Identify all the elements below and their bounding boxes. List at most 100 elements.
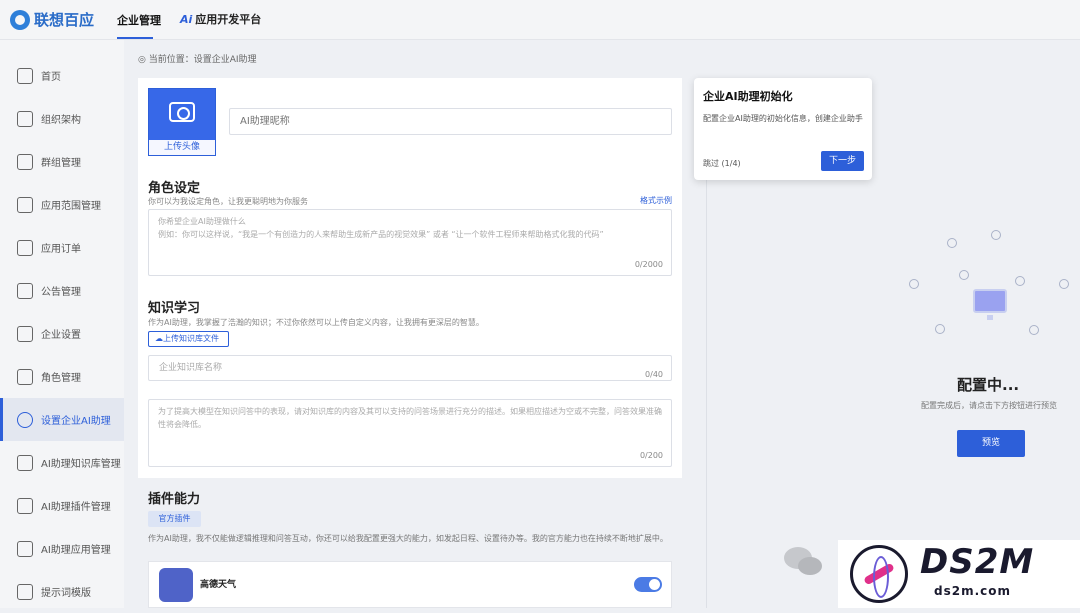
sidebar-item-label: 应用范围管理 — [41, 201, 101, 212]
site-watermark: DS2M ds2m.com — [838, 540, 1080, 608]
users-icon — [17, 153, 33, 170]
plugin-card-weather: 高德天气 — [148, 561, 672, 608]
sidebar-item-label: 设置企业AI助理 — [41, 416, 111, 427]
brand-logo[interactable]: 联想百应 — [10, 9, 94, 30]
upload-knowledge-label: 上传知识库文件 — [163, 334, 219, 343]
orb-icon — [1029, 325, 1039, 335]
orb-icon — [959, 270, 969, 280]
sidebar-item-label: AI助理应用管理 — [41, 545, 111, 556]
orb-icon — [935, 324, 945, 334]
sidebar-item-label: 应用订单 — [41, 244, 81, 255]
brand-logo-icon — [10, 9, 30, 30]
orb-icon — [991, 230, 1001, 240]
assistant-form-card: 上传头像 角色设定 你可以为我设定角色，让我更聪明地为你服务 格式示例 你希望企… — [138, 78, 682, 478]
document-icon — [17, 239, 33, 256]
knowledge-name-input[interactable]: 企业知识库名称 0/40 — [148, 355, 672, 381]
nav-enterprise-management[interactable]: 企业管理 — [117, 12, 161, 28]
weather-icon — [159, 568, 193, 602]
orb-icon — [1059, 279, 1069, 289]
watermark-sub: ds2m.com — [934, 584, 1012, 598]
sidebar-item-ai-assistant[interactable]: 设置企业AI助理 — [0, 398, 124, 441]
brand-name: 联想百应 — [34, 11, 95, 29]
onboarding-tooltip: 企业AI助理初始化 配置企业AI助理的初始化信息，创建企业助手 跳过 (1/4)… — [694, 78, 872, 180]
plugin-toggle[interactable] — [634, 577, 662, 592]
ai-platform-icon: Ai — [180, 12, 193, 26]
monitor-illustration-icon — [973, 289, 1007, 320]
sidebar-item-label: 提示词模版 — [41, 588, 91, 599]
nav-app-dev-platform[interactable]: Ai 应用开发平台 — [180, 11, 261, 27]
sidebar-item-ai-apps[interactable]: AI助理应用管理 — [0, 527, 124, 570]
books-icon — [17, 454, 33, 471]
knowledge-name-placeholder: 企业知识库名称 — [159, 363, 223, 373]
ai-icon — [17, 411, 33, 428]
sidebar-item-home[interactable]: 首页 — [0, 54, 124, 97]
plugin-name: 高德天气 — [200, 580, 237, 590]
sidebar-item-label: AI助理知识库管理 — [41, 459, 121, 470]
nav-platform-label: 应用开发平台 — [195, 13, 262, 26]
cloud-upload-icon: ☁ — [155, 334, 163, 343]
sidebar-item-announcements[interactable]: 公告管理 — [0, 269, 124, 312]
role-placeholder-line2: 例如：你可以这样说，“我是一个有创造力的人来帮助生成新产品的视觉效果” 或者 “… — [158, 230, 604, 239]
skip-tour-link[interactable]: 跳过 (1/4) — [703, 158, 741, 169]
layers-icon — [17, 110, 33, 127]
sidebar-item-orders[interactable]: 应用订单 — [0, 226, 124, 269]
assistant-name-input[interactable] — [229, 108, 672, 135]
role-placeholder-line1: 你希望企业AI助理做什么 — [158, 217, 246, 226]
tooltip-desc: 配置企业AI助理的初始化信息，创建企业助手 — [703, 114, 863, 123]
sidebar-item-ai-plugins[interactable]: AI助理插件管理 — [0, 484, 124, 527]
tab-official-plugins[interactable]: 官方插件 — [148, 511, 201, 527]
top-bar: 联想百应 企业管理 Ai 应用开发平台 — [0, 0, 1080, 40]
sidebar-item-app-scope[interactable]: 应用范围管理 — [0, 183, 124, 226]
user-key-icon — [17, 368, 33, 385]
orb-icon — [909, 279, 919, 289]
sidebar-item-prompt-templates[interactable]: 提示词模版 — [0, 570, 124, 613]
sidebar-item-roles[interactable]: 角色管理 — [0, 355, 124, 398]
knowledge-desc-textarea[interactable]: 为了提高大模型在知识问答中的表现，请对知识库的内容及其可以支持的问答场景进行充分… — [148, 399, 672, 467]
home-icon — [17, 67, 33, 84]
avatar-upload-label: 上传头像 — [149, 140, 215, 155]
avatar-upload[interactable]: 上传头像 — [148, 88, 216, 156]
sidebar-item-label: 角色管理 — [41, 373, 81, 384]
sidebar-item-label: 组织架构 — [41, 115, 81, 126]
sidebar-item-label: AI助理插件管理 — [41, 502, 111, 513]
ai-apps-icon — [17, 540, 33, 557]
sidebar-item-label: 群组管理 — [41, 158, 81, 169]
format-example-link[interactable]: 格式示例 — [640, 195, 672, 206]
sidebar: 首页 组织架构 群组管理 应用范围管理 应用订单 公告管理 企业设置 角色管理 … — [0, 40, 124, 608]
orb-icon — [947, 238, 957, 248]
sidebar-item-enterprise-settings[interactable]: 企业设置 — [0, 312, 124, 355]
sidebar-item-org[interactable]: 组织架构 — [0, 97, 124, 140]
wechat-icon — [784, 547, 826, 579]
knowledge-desc-placeholder: 为了提高大模型在知识问答中的表现，请对知识库的内容及其可以支持的问答场景进行充分… — [158, 407, 662, 429]
knowledge-section-desc: 作为AI助理，我掌握了浩瀚的知识；不过你依然可以上传自定义内容，让我拥有更深层的… — [148, 318, 484, 327]
plugins-section-desc: 作为AI助理，我不仅能做逻辑推理和问答互动，你还可以给我配置更强大的能力，如发起… — [148, 534, 668, 543]
plugins-section-title: 插件能力 — [148, 492, 201, 507]
preview-button[interactable]: 预览 — [957, 430, 1025, 457]
nav-active-indicator — [117, 37, 153, 39]
next-step-button[interactable]: 下一步 — [821, 151, 864, 171]
role-textarea[interactable]: 你希望企业AI助理做什么 例如：你可以这样说，“我是一个有创造力的人来帮助生成新… — [148, 209, 672, 276]
role-section-title: 角色设定 — [148, 181, 201, 196]
knowledge-section-title: 知识学习 — [148, 301, 201, 316]
puzzle-icon — [17, 497, 33, 514]
orb-icon — [1015, 276, 1025, 286]
building-icon — [17, 325, 33, 342]
preview-desc: 配置完成后，请点击下方按钮进行预览 — [921, 401, 1057, 410]
sidebar-item-groups[interactable]: 群组管理 — [0, 140, 124, 183]
camera-icon — [169, 102, 195, 122]
template-icon — [17, 583, 33, 600]
watermark-text: DS2M — [920, 542, 1035, 582]
preview-title: 配置中... — [957, 376, 1020, 394]
knowledge-name-counter: 0/40 — [645, 370, 663, 379]
role-char-counter: 0/2000 — [634, 260, 663, 269]
knowledge-desc-counter: 0/200 — [639, 451, 663, 460]
sidebar-item-label: 公告管理 — [41, 287, 81, 298]
bell-icon — [17, 282, 33, 299]
upload-knowledge-button[interactable]: ☁上传知识库文件 — [148, 331, 229, 347]
breadcrumb: ◎ 当前位置：设置企业AI助理 — [138, 55, 257, 65]
watermark-logo-icon — [850, 545, 908, 603]
sidebar-item-label: 企业设置 — [41, 330, 81, 341]
role-section-desc: 你可以为我设定角色，让我更聪明地为你服务 — [148, 197, 308, 206]
sidebar-item-ai-knowledge[interactable]: AI助理知识库管理 — [0, 441, 124, 484]
sidebar-item-label: 首页 — [41, 72, 61, 83]
